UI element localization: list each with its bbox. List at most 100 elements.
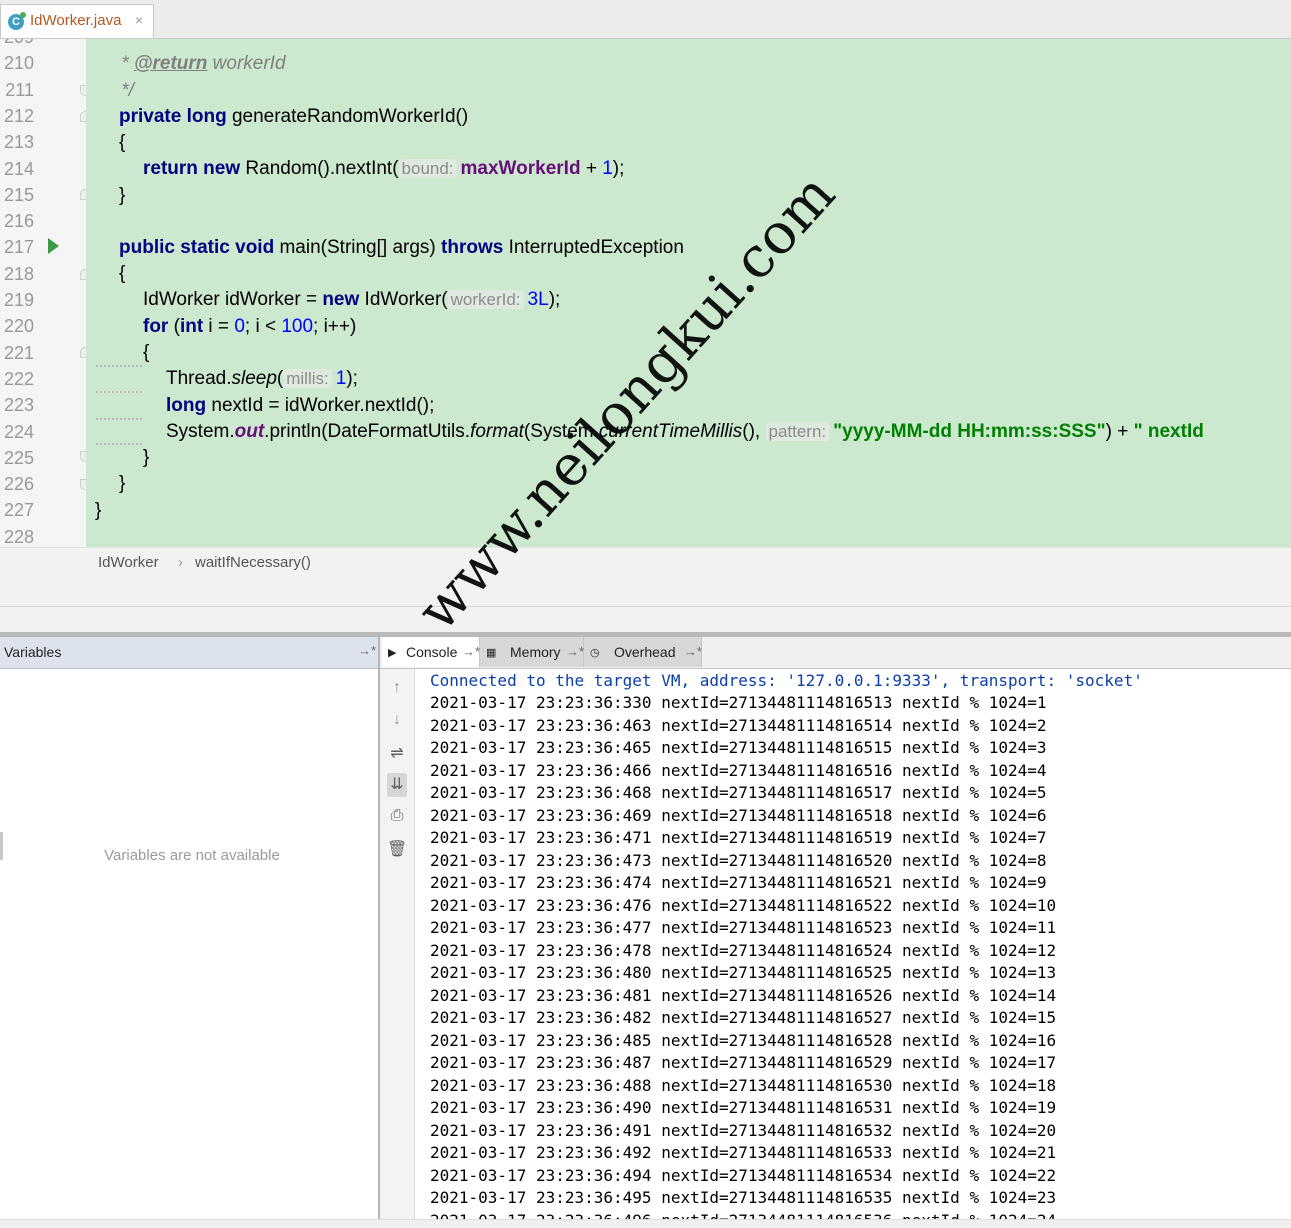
line-number[interactable]: 219 bbox=[0, 290, 34, 311]
breadcrumb-class[interactable]: IdWorker bbox=[98, 554, 159, 571]
code-line-224: System.out.println(DateFormatUtils.forma… bbox=[166, 421, 1204, 442]
console-output-line: 2021-03-17 23:23:36:481 nextId=271344811… bbox=[430, 985, 1057, 1005]
line-number[interactable]: 224 bbox=[0, 422, 34, 443]
console-output-line: 2021-03-17 23:23:36:476 nextId=271344811… bbox=[430, 895, 1057, 915]
console-tab-bar: ▶ Console →* ▦ Memory →* ◷ Overhead →* bbox=[380, 637, 1291, 669]
pin-icon[interactable]: →* bbox=[684, 644, 702, 659]
soft-wrap-icon[interactable]: ⇌ bbox=[387, 743, 407, 763]
variables-title: Variables bbox=[4, 644, 62, 660]
code-line-213: { bbox=[119, 132, 126, 153]
variables-empty-message: Variables are not available bbox=[104, 847, 280, 864]
code-line-212: private long generateRandomWorkerId() bbox=[119, 106, 469, 127]
code-line-223: long nextId = idWorker.nextId(); bbox=[166, 395, 435, 416]
code-line-222: Thread.sleep(millis: 1); bbox=[166, 368, 358, 389]
line-number[interactable]: 227 bbox=[0, 500, 34, 521]
code-line-218: { bbox=[119, 263, 126, 284]
code-line-226: } bbox=[119, 473, 126, 494]
console-output-line: 2021-03-17 23:23:36:474 nextId=271344811… bbox=[430, 873, 1047, 892]
line-number[interactable]: 222 bbox=[0, 369, 34, 390]
variables-header: Variables →* bbox=[0, 637, 378, 669]
console-output-line: 2021-03-17 23:23:36:478 nextId=271344811… bbox=[430, 940, 1057, 960]
line-number[interactable]: 210 bbox=[0, 53, 34, 74]
console-output-line: 2021-03-17 23:23:36:494 nextId=271344811… bbox=[430, 1165, 1057, 1185]
print-icon[interactable]: ⎙ bbox=[387, 807, 407, 825]
clear-all-icon[interactable]: 🗑 bbox=[387, 839, 407, 859]
console-output-line: 2021-03-17 23:23:36:469 nextId=271344811… bbox=[430, 805, 1047, 825]
code-line-211: */ bbox=[116, 80, 134, 101]
line-number[interactable]: 221 bbox=[0, 343, 34, 364]
scroll-up-icon[interactable]: ↑ bbox=[387, 679, 407, 697]
parameter-hint: workerId: bbox=[447, 290, 524, 309]
code-editor[interactable]: 209 210 211 212 213 214 215 216 217 218 219 220 221 2… bbox=[0, 39, 1291, 547]
parameter-hint: pattern: bbox=[765, 422, 830, 441]
parameter-hint: bound: bbox=[398, 159, 457, 178]
file-tab-label: IdWorker.java bbox=[30, 12, 122, 29]
console-output-line: 2021-03-17 23:23:36:490 nextId=271344811… bbox=[430, 1098, 1057, 1117]
console-output-line: 2021-03-17 23:23:36:491 nextId=271344811… bbox=[430, 1120, 1057, 1140]
tab-console[interactable]: ▶ Console →* bbox=[382, 637, 480, 667]
code-line-219: IdWorker idWorker = new IdWorker(workerI… bbox=[143, 289, 561, 310]
close-tab-icon[interactable]: × bbox=[135, 12, 143, 28]
code-line-215: } bbox=[119, 185, 126, 206]
console-output-line: 2021-03-17 23:23:36:482 nextId=271344811… bbox=[430, 1008, 1057, 1027]
breadcrumb-method[interactable]: waitIfNecessary() bbox=[195, 554, 311, 571]
breadcrumb: IdWorker › waitIfNecessary() bbox=[0, 547, 1291, 579]
line-number[interactable]: 214 bbox=[0, 159, 34, 180]
indent-guide bbox=[96, 440, 142, 445]
code-text-area[interactable]: * @return workerId */ private long gener… bbox=[86, 39, 1291, 547]
console-output-line: 2021-03-17 23:23:36:485 nextId=271344811… bbox=[430, 1030, 1057, 1050]
java-class-icon: C bbox=[8, 12, 26, 30]
line-number[interactable]: 212 bbox=[0, 106, 34, 127]
code-line-221: { bbox=[143, 342, 150, 363]
tab-memory[interactable]: ▦ Memory →* bbox=[480, 637, 584, 667]
file-tab-idworker[interactable]: C IdWorker.java × bbox=[0, 4, 154, 38]
console-output-line: 2021-03-17 23:23:36:487 nextId=271344811… bbox=[430, 1053, 1057, 1072]
debug-toolbar-strip bbox=[0, 578, 1291, 633]
console-side-toolbar: ↑ ↓ ⇌ ⇊ ⎙ 🗑 bbox=[380, 669, 415, 1227]
line-number[interactable]: 217 bbox=[0, 237, 34, 258]
pin-icon[interactable]: →* bbox=[358, 643, 376, 658]
console-output-line: 2021-03-17 23:23:36:488 nextId=271344811… bbox=[430, 1075, 1057, 1095]
pin-icon[interactable]: →* bbox=[462, 644, 480, 659]
line-number[interactable]: 213 bbox=[0, 132, 34, 153]
overhead-icon: ◷ bbox=[590, 647, 600, 659]
editor-tab-bar: C IdWorker.java × bbox=[0, 0, 1291, 39]
line-number[interactable]: 209 bbox=[0, 39, 34, 48]
scroll-down-icon[interactable]: ↓ bbox=[387, 711, 407, 729]
console-output-line: 2021-03-17 23:23:36:330 nextId=271344811… bbox=[430, 693, 1047, 712]
line-number[interactable]: 220 bbox=[0, 316, 34, 337]
console-output-line: 2021-03-17 23:23:36:477 nextId=271344811… bbox=[430, 918, 1057, 937]
console-output-line: 2021-03-17 23:23:36:473 nextId=271344811… bbox=[430, 850, 1047, 870]
variables-panel: Variables →* Variables are not available bbox=[0, 637, 380, 1227]
pin-icon[interactable]: →* bbox=[566, 644, 584, 659]
line-number[interactable]: 228 bbox=[0, 527, 34, 547]
line-number[interactable]: 215 bbox=[0, 185, 34, 206]
console-output-line: 2021-03-17 23:23:36:466 nextId=271344811… bbox=[430, 760, 1047, 780]
code-line-214: return new Random().nextInt(bound: maxWor… bbox=[143, 158, 625, 179]
line-number[interactable]: 216 bbox=[0, 211, 34, 232]
breadcrumb-separator: › bbox=[178, 554, 183, 571]
console-output-line: 2021-03-17 23:23:36:465 nextId=271344811… bbox=[430, 738, 1047, 757]
run-gutter-icon[interactable] bbox=[48, 238, 59, 254]
code-line-210: * @return workerId bbox=[116, 53, 286, 74]
console-output-line: 2021-03-17 23:23:36:471 nextId=271344811… bbox=[430, 828, 1047, 847]
console-connected-line: Connected to the target VM, address: '12… bbox=[430, 671, 1143, 690]
scroll-to-end-icon[interactable]: ⇊ bbox=[387, 773, 407, 797]
indent-guide bbox=[96, 388, 142, 393]
line-number[interactable]: 218 bbox=[0, 264, 34, 285]
line-number[interactable]: 211 bbox=[0, 80, 34, 101]
tab-overhead[interactable]: ◷ Overhead →* bbox=[584, 637, 702, 667]
line-number[interactable]: 223 bbox=[0, 395, 34, 416]
code-line-227: } bbox=[95, 500, 102, 521]
line-number[interactable]: 225 bbox=[0, 448, 34, 469]
code-line-220: for (int i = 0; i < 100; i++) bbox=[143, 316, 357, 337]
console-icon: ▶ bbox=[388, 647, 397, 659]
line-number-gutter[interactable]: 209 210 211 212 213 214 215 216 217 218 219 220 221 2… bbox=[0, 39, 90, 547]
console-output-line: 2021-03-17 23:23:36:463 nextId=271344811… bbox=[430, 715, 1047, 735]
console-output-line: 2021-03-17 23:23:36:480 nextId=271344811… bbox=[430, 963, 1057, 982]
console-output[interactable]: Connected to the target VM, address: '12… bbox=[430, 669, 1291, 1227]
line-number[interactable]: 226 bbox=[0, 474, 34, 495]
indent-guide bbox=[96, 362, 142, 367]
code-line-225: } bbox=[143, 447, 150, 468]
indent-guide bbox=[96, 415, 142, 420]
